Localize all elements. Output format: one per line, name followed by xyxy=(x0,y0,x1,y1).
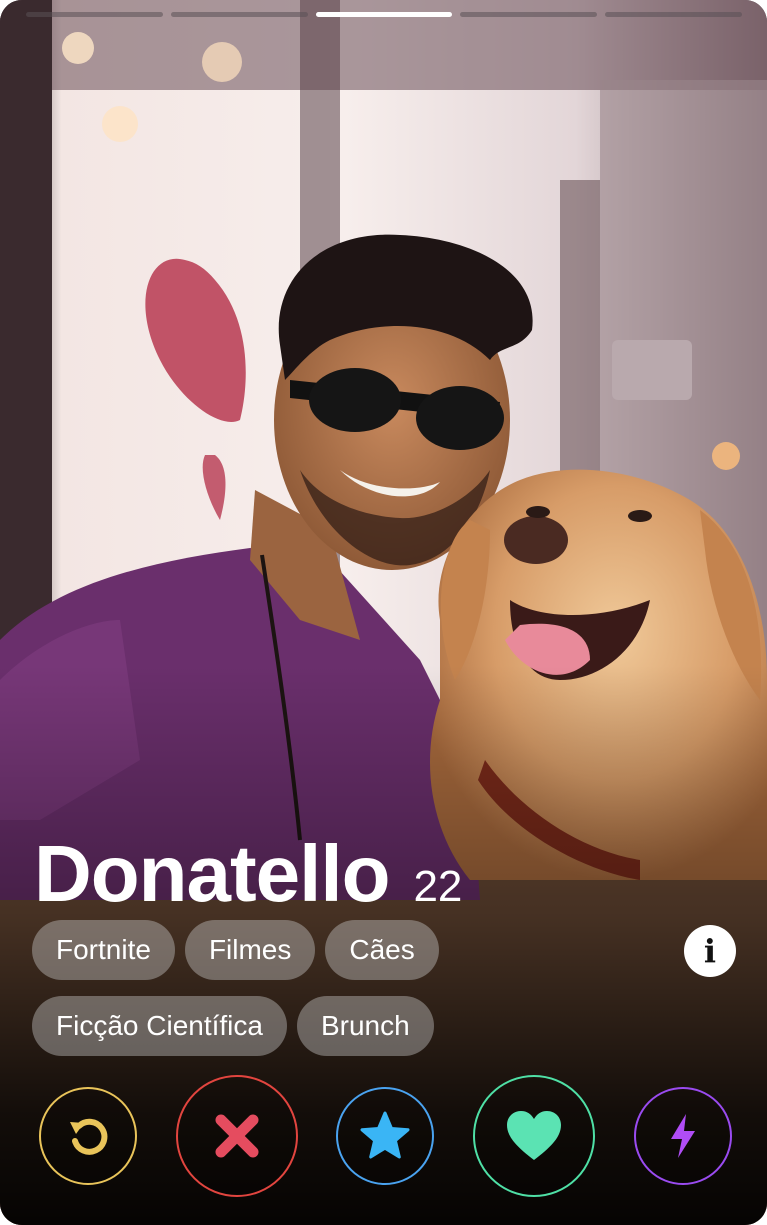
interest-tag: Filmes xyxy=(184,920,316,980)
like-button[interactable] xyxy=(473,1075,595,1197)
progress-segment[interactable] xyxy=(170,12,308,17)
rewind-button[interactable] xyxy=(39,1087,137,1185)
info-icon: i xyxy=(703,932,717,970)
progress-segment-active[interactable] xyxy=(315,12,453,17)
profile-age: 22 xyxy=(413,862,463,911)
rewind-icon xyxy=(70,1118,108,1155)
nope-button[interactable] xyxy=(176,1075,298,1197)
super-like-button[interactable] xyxy=(336,1087,434,1185)
heart-icon xyxy=(507,1111,561,1160)
info-button[interactable]: i xyxy=(684,925,736,977)
profile-card[interactable]: Donatello 22 Fortnite Filmes Cães Ficção… xyxy=(0,0,767,1225)
star-icon xyxy=(360,1111,410,1159)
progress-segment[interactable] xyxy=(26,12,163,17)
interest-tag: Fortnite xyxy=(32,920,175,980)
close-icon xyxy=(215,1114,259,1158)
progress-segment[interactable] xyxy=(605,12,742,17)
boost-button[interactable] xyxy=(634,1087,732,1185)
interest-tags: Fortnite Filmes Cães Ficção Científica B… xyxy=(32,920,502,1056)
progress-segment[interactable] xyxy=(460,12,598,17)
interest-tag: Brunch xyxy=(296,996,434,1056)
profile-name: Donatello xyxy=(34,829,390,918)
interest-tag: Cães xyxy=(325,920,439,980)
profile-header: Donatello 22 xyxy=(34,828,462,920)
interest-tag: Ficção Científica xyxy=(32,996,287,1056)
lightning-icon xyxy=(671,1114,695,1158)
photo-progress-bar xyxy=(26,12,742,17)
